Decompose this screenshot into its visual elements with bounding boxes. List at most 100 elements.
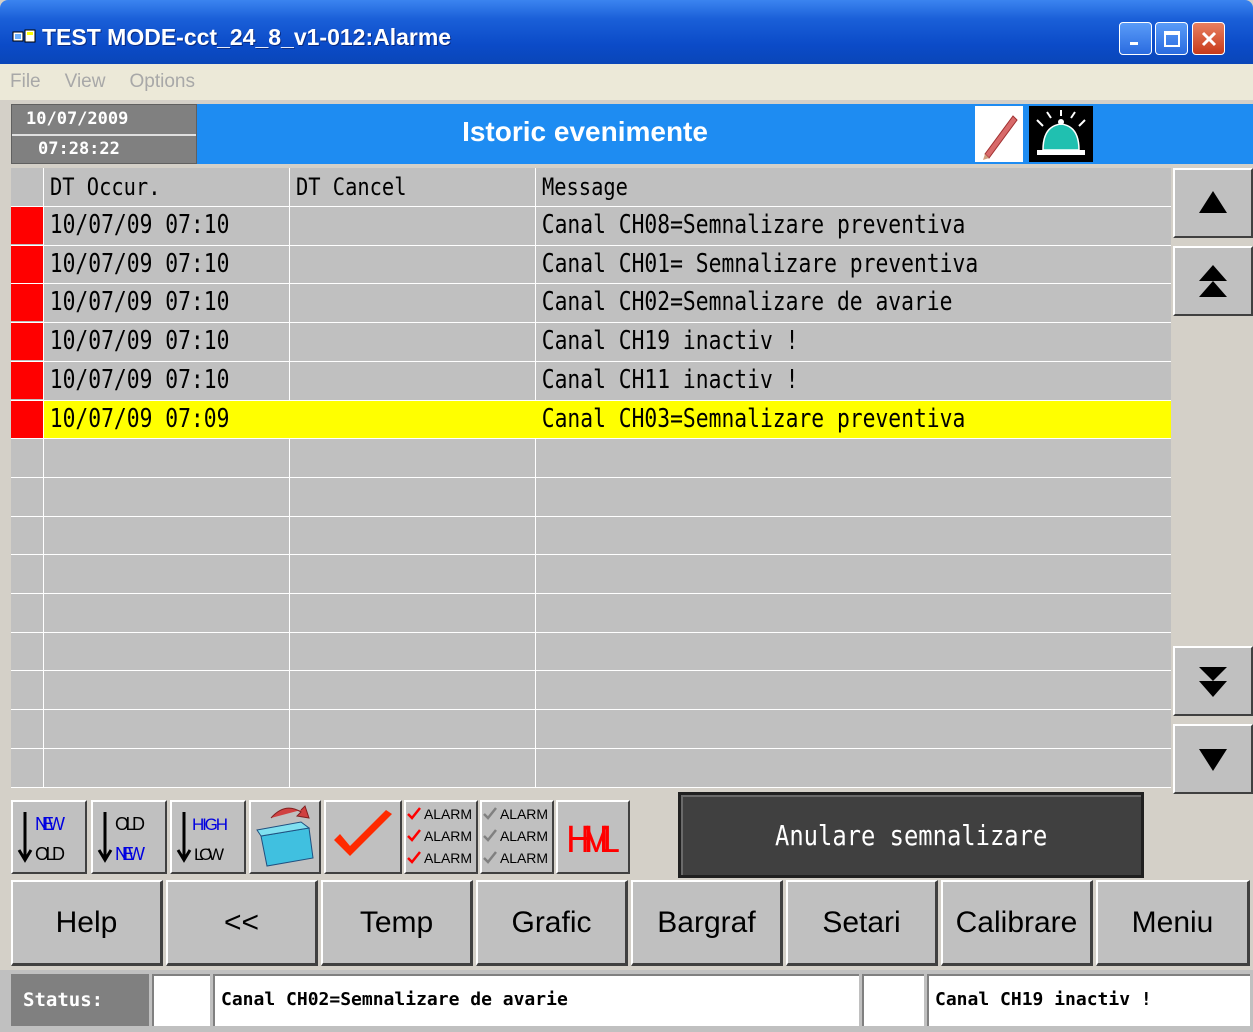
scroll-top-icon [1199, 265, 1227, 297]
sort-high-low-button[interactable]: HIGH LOW [170, 800, 246, 874]
status-bar: Status: Canal CH02=Semnalizare de avarie… [0, 970, 1253, 1032]
nav-meniu-button[interactable]: Meniu [1096, 880, 1250, 966]
cell-message: Canal CH01= Semnalizare preventiva [541, 248, 979, 279]
cell-message: Canal CH02=Semnalizare de avarie [541, 287, 953, 318]
status-message-2: Canal CH19 inactiv ! [927, 974, 1250, 1026]
cell-cancel [290, 206, 296, 244]
alarm-label-6: ALARM [500, 850, 548, 866]
cell-cancel [290, 322, 296, 360]
header-bar: Istoric evenimente [197, 104, 1253, 164]
acknowledge-selected-alarms-button[interactable]: ALARM ALARM ALARM [480, 800, 554, 874]
current-time: 07:28:22 [38, 139, 120, 159]
cell-cancel [290, 283, 296, 321]
scroll-down-icon [1199, 749, 1227, 771]
column-header-cancel[interactable]: DT Cancel [290, 168, 407, 206]
menu-view[interactable]: View [65, 71, 106, 93]
alarm-label-1: ALARM [424, 806, 472, 822]
sort-old-label-2: OLD [115, 814, 145, 834]
app-icon [12, 29, 36, 43]
cell-occur: 10/07/09 07:10 [49, 287, 230, 318]
table-row[interactable]: 10/07/09 07:10 Canal CH08=Semnalizare pre… [11, 206, 1171, 244]
current-date: 10/07/2009 [26, 109, 129, 129]
datetime-display: 10/07/2009 07:28:22 [11, 104, 197, 164]
scroll-up-button[interactable] [1173, 168, 1253, 238]
alarm-label-2: ALARM [424, 828, 472, 844]
cell-occur: 10/07/09 07:10 [49, 210, 230, 240]
hml-icon: HML [566, 819, 620, 861]
scroll-up-icon [1199, 191, 1227, 213]
table-row[interactable]: 10/07/09 07:10 Canal CH01= Semnalizare pr… [11, 245, 1171, 283]
minimize-button[interactable] [1119, 22, 1152, 55]
nav-temp-button[interactable]: Temp [321, 880, 473, 966]
status-label: Status: [11, 974, 149, 1026]
status-message-1: Canal CH02=Semnalizare de avarie [213, 974, 859, 1026]
sort-low-label: LOW [194, 845, 224, 864]
close-icon [1201, 31, 1216, 46]
checkmark-icon [334, 810, 392, 856]
page-title: Istoric evenimente [462, 116, 708, 147]
table-row[interactable]: 10/07/09 07:10 Canal CH02=Semnalizare de … [11, 283, 1171, 322]
menu-file[interactable]: File [10, 71, 41, 93]
cell-occur: 10/07/09 07:10 [49, 364, 230, 395]
alarm-list-gray-icon: ALARM ALARM ALARM [483, 806, 548, 866]
nav-back-button[interactable]: << [166, 880, 318, 966]
scroll-bottom-icon [1199, 667, 1227, 697]
sort-new-old-icon: NEW OLD [17, 812, 65, 864]
table-row[interactable]: 10/07/09 07:10 Canal CH19 inactiv ! [11, 322, 1171, 361]
column-header-occur[interactable]: DT Occur. [44, 168, 161, 206]
pencil-icon[interactable] [975, 106, 1023, 162]
menu-bar: File View Options [0, 64, 1253, 100]
hml-button[interactable]: HML [556, 800, 630, 874]
nav-calibrare-button[interactable]: Calibrare [941, 880, 1093, 966]
scroll-bottom-button[interactable] [1173, 646, 1253, 716]
cell-cancel [290, 400, 296, 438]
hml-label: HML [566, 819, 620, 861]
alarm-marker [11, 323, 43, 361]
export-basket-button[interactable] [249, 800, 321, 874]
cell-message: Canal CH03=Semnalizare preventiva [541, 403, 966, 434]
sort-old-label: OLD [35, 844, 65, 864]
cell-occur: 10/07/09 07:10 [49, 248, 230, 279]
window-title: TEST MODE-cct_24_8_v1-012:Alarme [42, 24, 452, 50]
sort-old-new-button[interactable]: OLD NEW [91, 800, 167, 874]
cell-message: Canal CH11 inactiv ! [541, 364, 799, 395]
maximize-button[interactable] [1155, 22, 1188, 55]
alarm-marker [11, 361, 43, 399]
cell-cancel [290, 245, 296, 283]
sort-new-label-2: NEW [115, 844, 145, 864]
export-basket-icon [256, 805, 314, 867]
alarm-marker [11, 284, 43, 322]
nav-grafic-button[interactable]: Grafic [476, 880, 628, 966]
sort-new-old-button[interactable]: NEW OLD [11, 800, 87, 874]
sort-old-new-icon: OLD NEW [97, 812, 145, 864]
event-table: DT Occur. DT Cancel Message 10/07/09 07:… [11, 168, 1171, 788]
column-header-message[interactable]: Message [536, 168, 628, 206]
alarm-label-3: ALARM [424, 850, 472, 866]
minimize-icon [1129, 41, 1138, 45]
nav-setari-button[interactable]: Setari [786, 880, 938, 966]
acknowledge-button[interactable] [324, 800, 402, 874]
alarm-marker [11, 400, 43, 438]
alarm-label-4: ALARM [500, 806, 548, 822]
alarm-marker [11, 207, 43, 244]
title-bar: TEST MODE-cct_24_8_v1-012:Alarme [0, 0, 1253, 64]
alarm-list-red-icon: ALARM ALARM ALARM [407, 806, 472, 866]
scroll-down-button[interactable] [1173, 724, 1253, 794]
cancel-signal-label: Anulare semnalizare [774, 818, 1048, 852]
table-row[interactable]: 10/07/09 07:10 Canal CH11 inactiv ! [11, 361, 1171, 399]
scroll-top-button[interactable] [1173, 246, 1253, 316]
close-button[interactable] [1192, 22, 1225, 55]
cell-occur: 10/07/09 07:10 [49, 326, 230, 357]
cell-cancel [290, 361, 296, 399]
menu-options[interactable]: Options [129, 71, 194, 93]
maximize-icon [1163, 30, 1180, 47]
nav-bargraf-button[interactable]: Bargraf [631, 880, 783, 966]
cancel-signal-button[interactable]: Anulare semnalizare [678, 792, 1144, 878]
status-indicator-box-2 [862, 974, 924, 1026]
alarm-label-5: ALARM [500, 828, 548, 844]
nav-help-button[interactable]: Help [11, 880, 163, 966]
table-row[interactable]: 10/07/09 07:09 Canal CH03=Semnalizare pre… [11, 400, 1171, 438]
sort-new-label: NEW [35, 814, 65, 834]
alarm-bell-icon[interactable] [1029, 106, 1093, 162]
acknowledge-all-alarms-button[interactable]: ALARM ALARM ALARM [404, 800, 478, 874]
